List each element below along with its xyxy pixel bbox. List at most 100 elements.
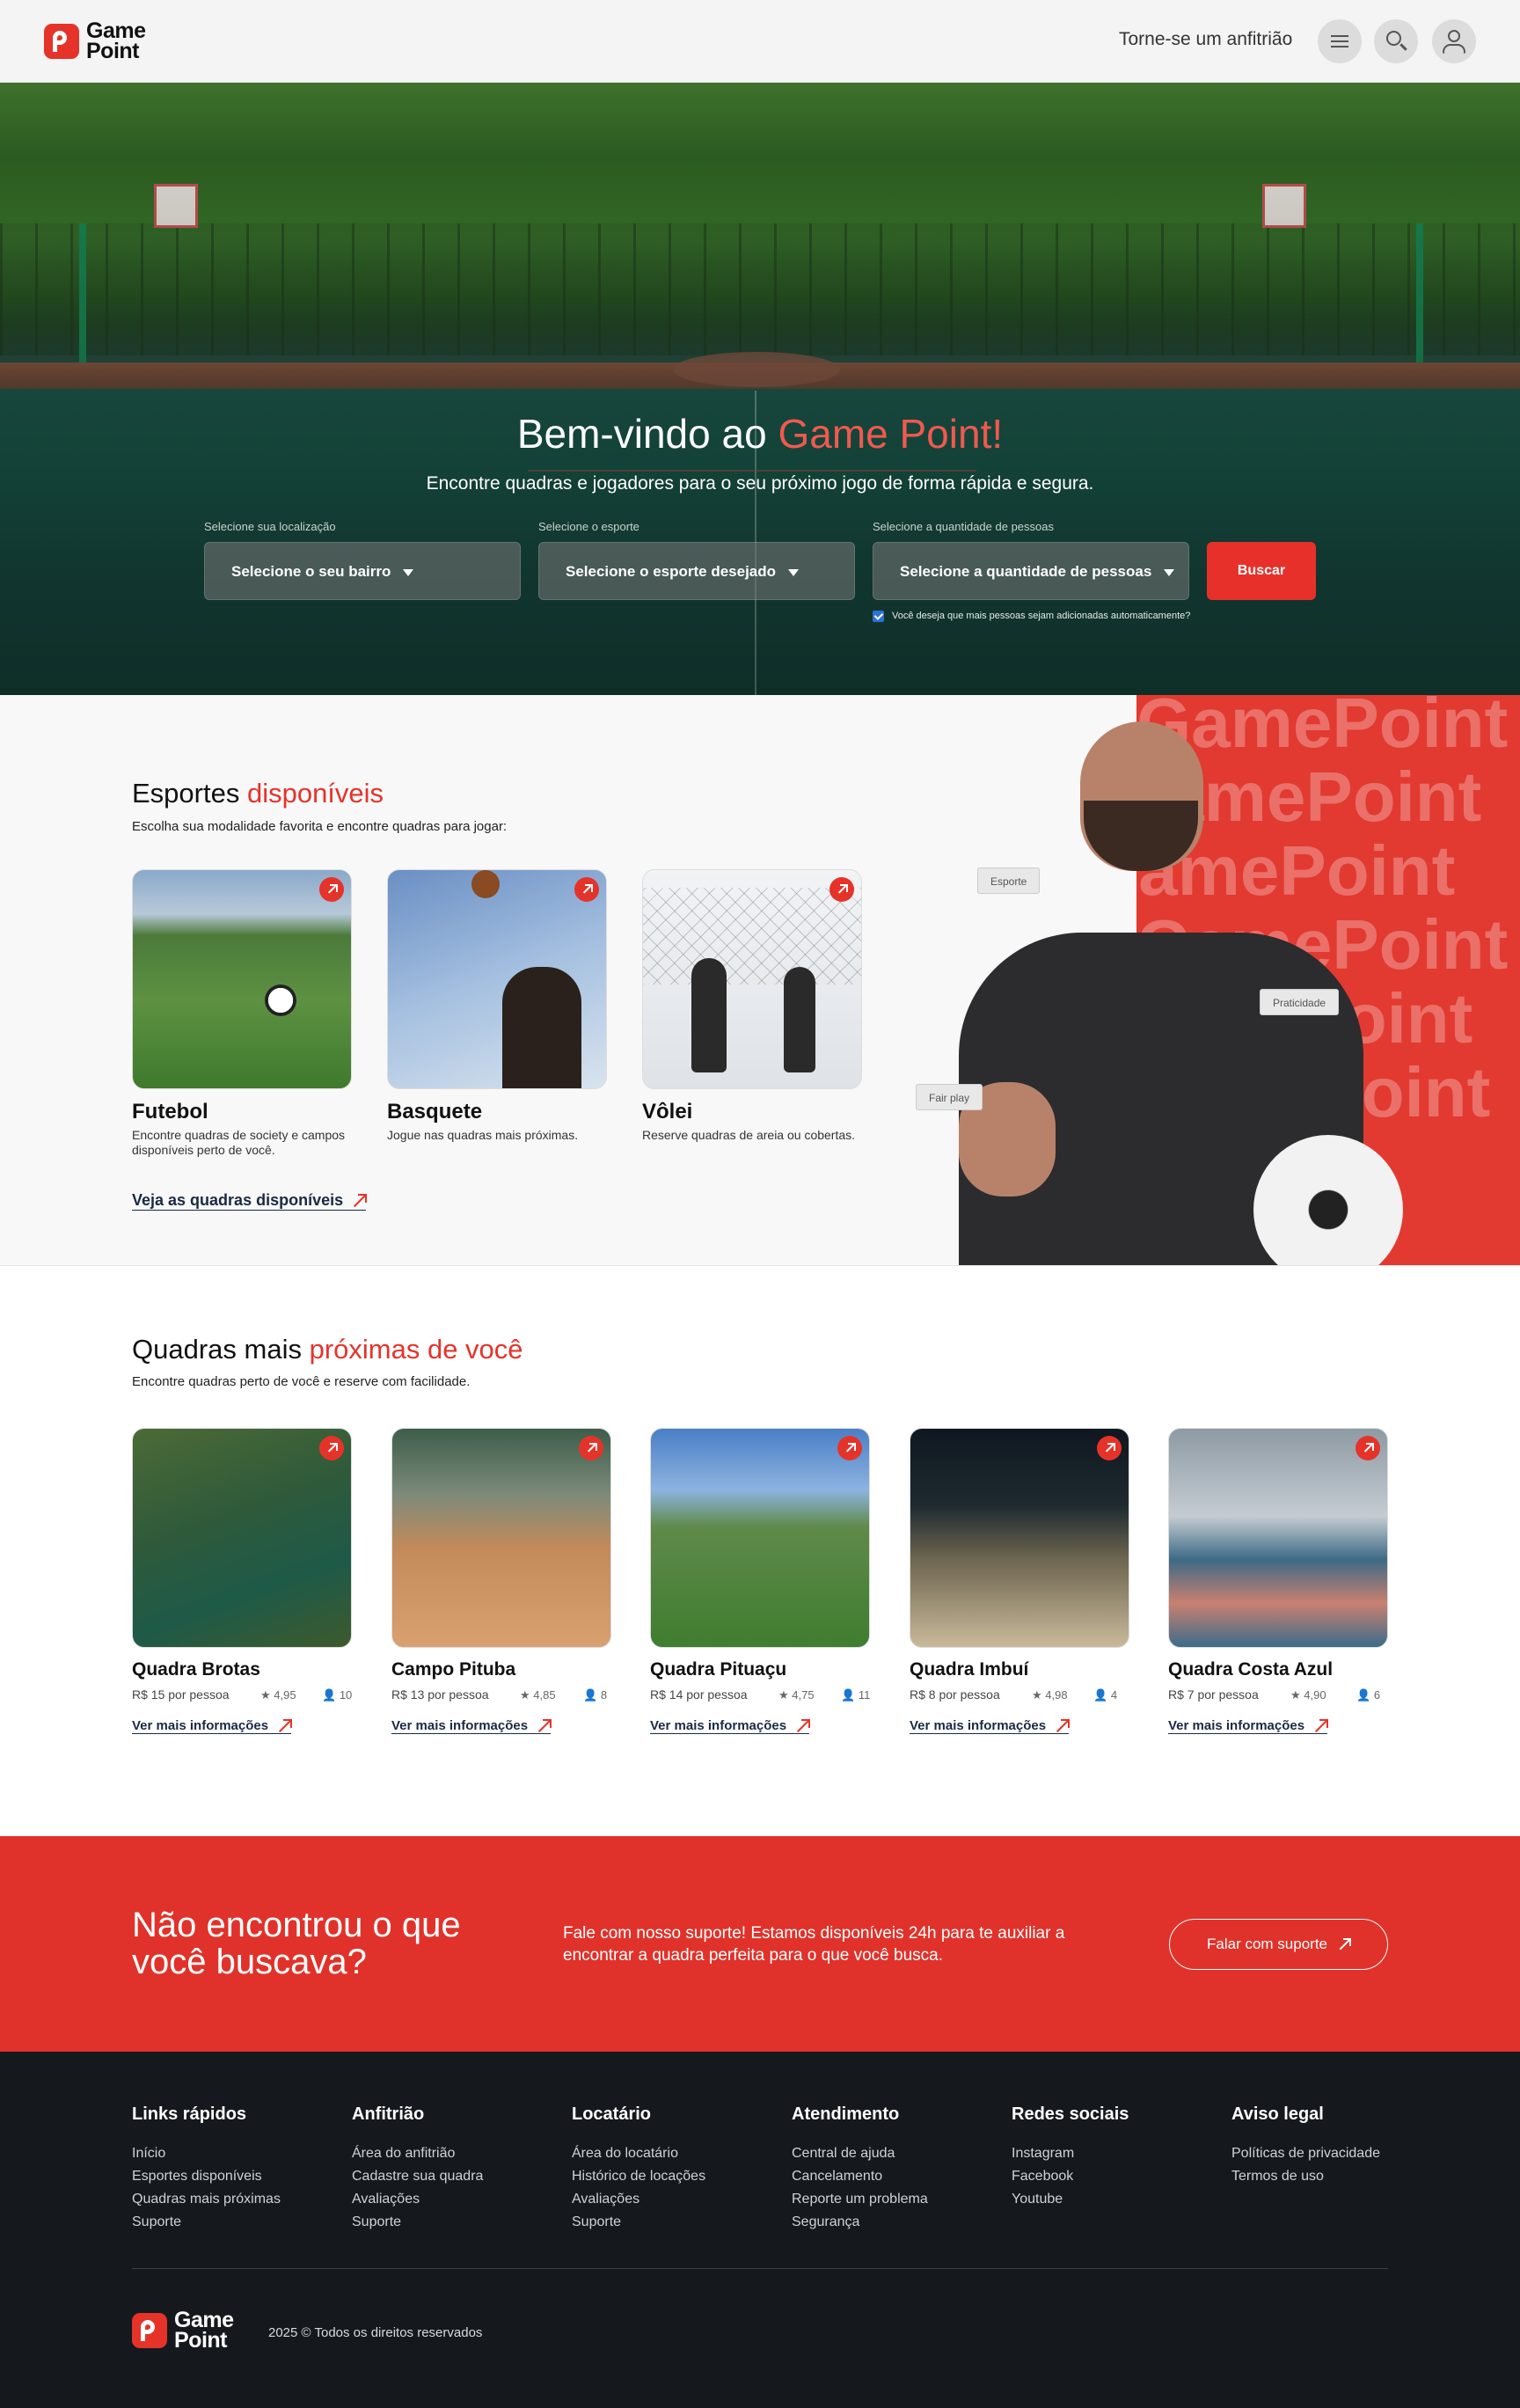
arrow-up-right-icon[interactable] [837,1436,862,1460]
person-icon: 👤 [1356,1688,1374,1702]
hero-title: Bem-vindo ao Game Point! [516,411,1004,457]
cta-title: Não encontrou o que você buscava? [132,1906,461,1981]
court-price: R$ 15 por pessoa [132,1687,230,1702]
footer-logo[interactable]: Game Point [132,2308,234,2353]
location-select[interactable]: Selecione o seu bairro [204,542,521,600]
see-more-link[interactable]: Ver mais informações [391,1718,552,1734]
auto-add-checkbox[interactable] [873,611,884,622]
sport-card-desc: Jogue nas quadras mais próximas. [387,1128,579,1142]
people-label: Selecione a quantidade de pessoas [873,520,1054,533]
sport-card-title: Basquete [387,1100,483,1123]
arrow-up-right-icon [795,1718,811,1733]
copyright: 2025 © Todos os direitos reservados [268,2325,483,2340]
sport-card-title: Vôlei [642,1100,693,1123]
arrow-up-right-icon [1338,1938,1351,1951]
court-card-pituba[interactable] [391,1428,611,1648]
arrow-up-right-icon[interactable] [319,1436,344,1460]
arrow-up-right-icon[interactable] [319,877,344,902]
court-name: Quadra Brotas [132,1659,260,1680]
court-capacity: 👤 6 [1356,1688,1381,1702]
see-courts-link[interactable]: Veja as quadras disponíveis [132,1191,368,1211]
hero-overlay [0,83,1520,695]
sport-card-futebol[interactable] [132,869,352,1089]
court-card-pituacu[interactable] [650,1428,870,1648]
footer-col-legal: Aviso legal Políticas de privacidade Ter… [1231,2104,1380,2188]
court-card-brotas[interactable] [132,1428,352,1648]
volleyball-net [643,888,861,984]
footer-link[interactable]: Youtube [1012,2188,1129,2211]
see-more-link[interactable]: Ver mais informações [650,1718,811,1734]
star-icon: ★ [1290,1688,1304,1702]
chevron-down-icon [1164,568,1175,576]
arrow-up-right-icon[interactable] [829,877,854,902]
search-button[interactable]: Buscar [1207,542,1316,600]
sport-card-volei[interactable] [642,869,862,1089]
arrow-up-right-icon[interactable] [1097,1436,1122,1460]
arrow-up-right-icon[interactable] [1356,1436,1380,1460]
footer-link[interactable]: Suporte [572,2211,705,2234]
footer-link[interactable]: Políticas de privacidade [1231,2142,1380,2165]
footer-link[interactable]: Central de ajuda [792,2142,928,2165]
sports-section: Esportes disponíveis Escolha sua modalid… [0,695,1520,1266]
person-icon: 👤 [583,1688,601,1702]
arrow-up-right-icon [352,1193,368,1208]
footer-link[interactable]: Quadras mais próximas [132,2188,281,2211]
logo-mark-icon [44,24,79,59]
footer-link[interactable]: Cancelamento [792,2165,928,2188]
basketball-icon [471,870,500,898]
player-silhouette [502,967,581,1088]
arrow-up-right-icon [1313,1718,1329,1733]
sport-card-basquete[interactable] [387,869,607,1089]
court-card-imbui[interactable] [910,1428,1129,1648]
footer-link[interactable]: Área do locatário [572,2142,705,2165]
contact-support-button[interactable]: Falar com suporte [1169,1919,1388,1970]
footer-link[interactable]: Cadastre sua quadra [352,2165,483,2188]
footer-link[interactable]: Avaliações [572,2188,705,2211]
footer-link[interactable]: Esportes disponíveis [132,2165,281,2188]
arrow-up-right-icon [1055,1718,1071,1733]
chevron-down-icon [788,568,800,576]
become-host-link[interactable]: Torne-se um anfitrião [1119,29,1292,50]
footer-col-title: Links rápidos [132,2104,247,2124]
search-icon[interactable] [1374,19,1418,63]
player-silhouette [784,967,815,1072]
court-name: Quadra Imbuí [910,1659,1029,1680]
footer-link[interactable]: Suporte [132,2211,281,2234]
footer-link[interactable]: Reporte um problema [792,2188,928,2211]
footer-link[interactable]: Avaliações [352,2188,483,2211]
sport-label: Selecione o esporte [538,520,639,533]
user-icon[interactable] [1432,19,1476,63]
see-more-link[interactable]: Ver mais informações [910,1718,1071,1734]
footer-col-title: Aviso legal [1231,2104,1324,2124]
sport-card-desc: Reserve quadras de areia ou cobertas. [642,1128,856,1142]
sport-card-desc: Encontre quadras de society e campos dis… [132,1128,346,1157]
footer-link[interactable]: Facebook [1012,2165,1129,2188]
footer-link[interactable]: Início [132,2142,281,2165]
tag-praticidade: Praticidade [1260,989,1340,1015]
footer-link[interactable]: Instagram [1012,2142,1129,2165]
arrow-up-right-icon[interactable] [579,1436,603,1460]
footer-link[interactable]: Suporte [352,2211,483,2234]
people-select[interactable]: Selecione a quantidade de pessoas [873,542,1189,600]
court-capacity: 👤 4 [1093,1688,1118,1702]
sport-select[interactable]: Selecione o esporte desejado [538,542,855,600]
court-card-costa-azul[interactable] [1168,1428,1388,1648]
menu-icon[interactable] [1318,19,1362,63]
logo[interactable]: Game Point [44,20,146,62]
footer-col-title: Anfitrião [352,2104,425,2124]
see-more-link[interactable]: Ver mais informações [132,1718,293,1734]
logo-text: Game Point [174,2308,234,2353]
hero-subtitle: Encontre quadras e jogadores para o seu … [426,473,1094,494]
footer-link[interactable]: Termos de uso [1231,2165,1380,2188]
arrow-up-right-icon[interactable] [574,877,599,902]
footer-col-title: Atendimento [792,2104,900,2124]
star-icon: ★ [778,1688,793,1702]
court-name: Campo Pituba [391,1659,516,1680]
footer-link[interactable]: Histórico de locações [572,2165,705,2188]
court-rating: ★ 4,95 [260,1688,296,1702]
player-silhouette [691,958,727,1072]
see-more-link[interactable]: Ver mais informações [1168,1718,1329,1734]
footer-link[interactable]: Segurança [792,2211,928,2234]
court-capacity: 👤 11 [841,1688,871,1702]
footer-link[interactable]: Área do anfitrião [352,2142,483,2165]
